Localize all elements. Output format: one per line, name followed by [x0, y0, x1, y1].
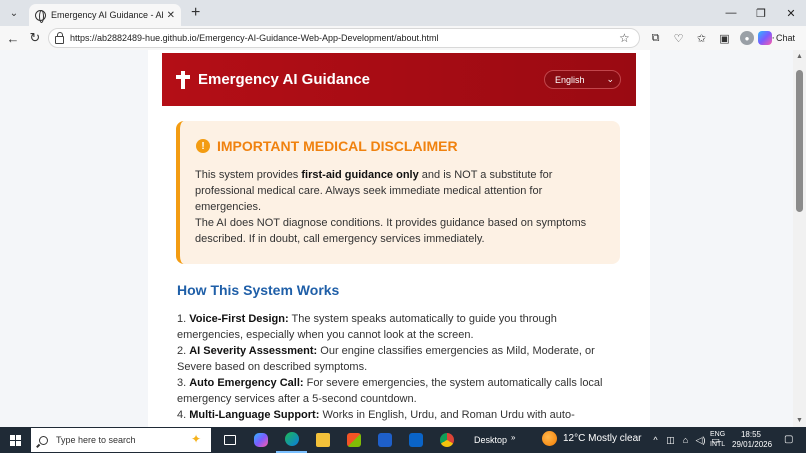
app-icon-blue[interactable]: [369, 427, 400, 453]
new-tab-button[interactable]: +: [191, 5, 200, 21]
copilot-chat-button[interactable]: Chat: [758, 28, 795, 48]
windows-taskbar: Type here to search ✦ Desktop» 12°C Most…: [0, 427, 806, 453]
windows-logo-icon: [9, 434, 21, 446]
favorite-star-icon[interactable]: ☆: [619, 31, 639, 45]
clock[interactable]: 18:55 29/01/2026: [732, 430, 772, 450]
list-item: 3. Auto Emergency Call: For severe emerg…: [177, 377, 603, 405]
notification-icon[interactable]: ▢: [784, 434, 793, 445]
extensions-icon[interactable]: ⧉: [644, 28, 667, 48]
weather-icon: [542, 431, 557, 446]
url-text: https://ab2882489-hue.github.io/Emergenc…: [70, 33, 439, 43]
tray-overflow-icon[interactable]: ^: [648, 435, 663, 445]
favorites-icon[interactable]: ✩: [690, 28, 713, 48]
chevron-icon: »: [511, 433, 516, 442]
globe-icon: [35, 9, 46, 23]
disclaimer-title: IMPORTANT MEDICAL DISCLAIMER: [217, 138, 458, 154]
how-it-works-title: How This System Works: [177, 282, 340, 298]
restore-button[interactable]: ❐: [746, 0, 776, 26]
copilot-app-icon[interactable]: [245, 427, 276, 453]
weather-text: 12°C Mostly clear: [563, 433, 642, 444]
address-bar[interactable]: https://ab2882489-hue.github.io/Emergenc…: [48, 28, 640, 48]
task-view-button[interactable]: [214, 427, 245, 453]
search-highlight-icon: ✦: [190, 432, 201, 446]
list-item: 4. Multi-Language Support: Works in Engl…: [177, 409, 575, 421]
medical-cross-icon: [176, 70, 190, 89]
disclaimer-paragraph-1: This system provides first-aid guidance …: [195, 169, 553, 213]
edge-app-icon[interactable]: [276, 427, 307, 453]
tab-actions-menu-button[interactable]: ⌄: [3, 3, 25, 23]
page-viewport: Emergency AI Guidance English ⌄ ! IMPORT…: [0, 50, 806, 427]
alert-icon: !: [196, 139, 210, 153]
minimize-button[interactable]: —: [716, 0, 746, 26]
browser-essentials-icon[interactable]: ♡: [667, 28, 690, 48]
microsoft-store-icon[interactable]: [338, 427, 369, 453]
chevron-down-icon: ⌄: [606, 74, 614, 84]
weather-widget[interactable]: 12°C Mostly clear: [542, 431, 641, 446]
close-icon[interactable]: ✕: [167, 10, 175, 21]
start-button[interactable]: [0, 427, 30, 453]
lock-icon[interactable]: [55, 32, 64, 44]
medical-disclaimer-box: ! IMPORTANT MEDICAL DISCLAIMER This syst…: [176, 121, 620, 264]
window-controls: — ❐ ✕: [716, 0, 806, 26]
network-icon[interactable]: ⌂: [678, 435, 693, 445]
disclaimer-heading: ! IMPORTANT MEDICAL DISCLAIMER: [196, 138, 458, 154]
close-window-button[interactable]: ✕: [776, 0, 806, 26]
scroll-down-icon[interactable]: ▼: [796, 417, 803, 424]
chrome-icon[interactable]: [431, 427, 462, 453]
scrollbar-thumb[interactable]: [796, 70, 803, 212]
app-header: Emergency AI Guidance English ⌄: [162, 53, 636, 106]
app-title[interactable]: Emergency AI Guidance: [198, 71, 370, 88]
language-select[interactable]: English ⌄: [544, 70, 621, 89]
browser-toolbar: ← ↻ https://ab2882489-hue.github.io/Emer…: [0, 26, 806, 50]
taskbar-apps: [214, 427, 462, 453]
outlook-icon[interactable]: [400, 427, 431, 453]
search-icon: [39, 435, 48, 445]
desktop-toolbar[interactable]: Desktop»: [474, 433, 515, 445]
browser-tab-active[interactable]: Emergency AI Guidance - About & ... ✕: [29, 4, 181, 26]
copilot-icon: [758, 31, 772, 45]
collections-icon[interactable]: ▣: [713, 28, 736, 48]
browser-tab-strip: ⌄ Emergency AI Guidance - About & ... ✕ …: [0, 0, 806, 26]
refresh-button[interactable]: ↻: [24, 28, 46, 48]
tab-title: Emergency AI Guidance - About & ...: [51, 10, 163, 20]
how-it-works-list: 1. Voice-First Design: The system speaks…: [177, 311, 617, 423]
disclaimer-paragraph-2: The AI does NOT diagnose conditions. It …: [195, 217, 587, 245]
disclaimer-body: This system provides first-aid guidance …: [195, 167, 609, 247]
list-item: 1. Voice-First Design: The system speaks…: [177, 313, 557, 341]
page-scrollbar[interactable]: ▲ ▼: [793, 50, 806, 427]
list-item: 2. AI Severity Assessment: Our engine cl…: [177, 345, 595, 373]
language-selected-value: English: [555, 74, 585, 85]
file-explorer-icon[interactable]: [307, 427, 338, 453]
search-placeholder: Type here to search: [56, 435, 136, 445]
language-indicator[interactable]: ENG INTL: [710, 430, 725, 450]
scroll-up-icon[interactable]: ▲: [796, 53, 803, 60]
back-button[interactable]: ←: [2, 28, 24, 48]
volume-icon[interactable]: ◁): [693, 435, 708, 446]
meet-now-icon[interactable]: ◫: [663, 435, 678, 446]
taskbar-search[interactable]: Type here to search ✦: [31, 428, 211, 452]
profile-avatar[interactable]: ●: [740, 31, 754, 45]
chat-label: Chat: [776, 33, 796, 43]
